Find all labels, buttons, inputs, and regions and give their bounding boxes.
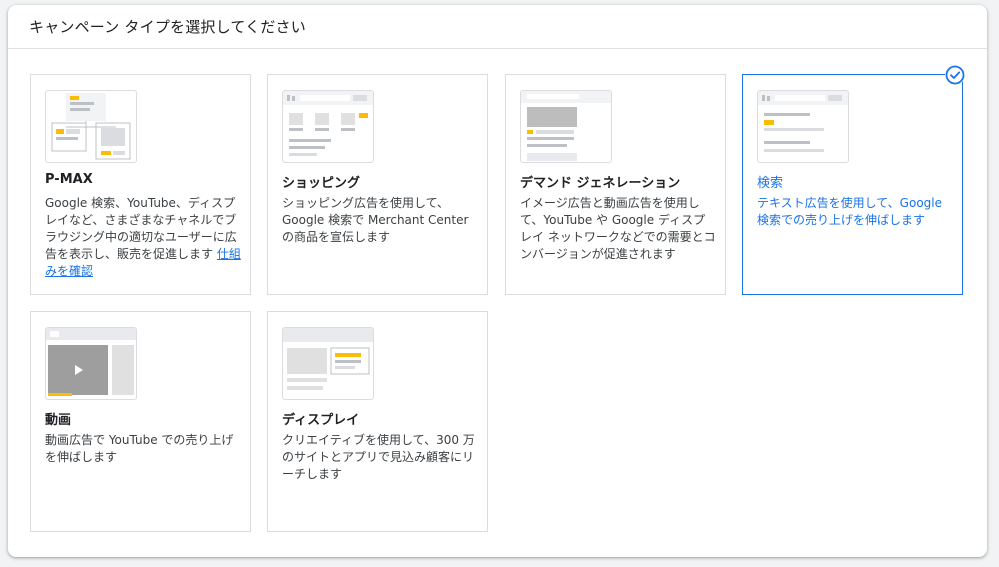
card-title: 検索	[757, 176, 784, 191]
campaign-card-demand-gen[interactable]: デマンド ジェネレーション イメージ広告と動画広告を使用して、YouTube や…	[505, 74, 726, 295]
search-illustration	[757, 90, 849, 163]
card-title: P-MAX	[45, 172, 93, 187]
panel-header: キャンペーン タイプを選択してください	[8, 5, 987, 49]
card-title: ショッピング	[282, 176, 361, 191]
display-illustration	[282, 327, 374, 400]
card-title: デマンド ジェネレーション	[520, 176, 681, 191]
campaign-card-display[interactable]: ディスプレイ クリエイティブを使用して、300 万のサイトとアプリで見込み顧客に…	[267, 311, 488, 532]
video-illustration	[45, 327, 137, 400]
card-title: ディスプレイ	[282, 413, 360, 428]
demand-gen-illustration	[520, 90, 612, 163]
card-description: 動画広告で YouTube での売り上げを伸ばします	[45, 433, 234, 464]
card-title: 動画	[45, 413, 72, 428]
card-description: イメージ広告と動画広告を使用して、YouTube や Google ディスプレイ…	[520, 196, 716, 261]
shopping-illustration	[282, 90, 374, 163]
card-description: テキスト広告を使用して、Google 検索での売り上げを伸ばします	[757, 196, 942, 227]
pmax-illustration	[45, 90, 137, 163]
campaign-card-shopping[interactable]: ショッピング ショッピング広告を使用して、Google 検索で Merchant…	[267, 74, 488, 295]
campaign-card-video[interactable]: 動画 動画広告で YouTube での売り上げを伸ばします	[30, 311, 251, 532]
card-description: ショッピング広告を使用して、Google 検索で Merchant Center…	[282, 196, 469, 244]
campaign-card-search[interactable]: 検索 テキスト広告を使用して、Google 検索での売り上げを伸ばします	[742, 74, 963, 295]
check-circle-icon	[945, 65, 965, 85]
page-title: キャンペーン タイプを選択してください	[29, 18, 306, 36]
card-description: Google 検索、YouTube、ディスプレイなど、さまざまなチャネルでブラウ…	[45, 195, 241, 280]
card-description: クリエイティブを使用して、300 万のサイトとアプリで見込み顧客にリーチします	[282, 433, 475, 481]
card-description-text: Google 検索、YouTube、ディスプレイなど、さまざまなチャネルでブラウ…	[45, 196, 237, 261]
campaign-card-pmax[interactable]: P-MAX Google 検索、YouTube、ディスプレイなど、さまざまなチャ…	[30, 74, 251, 295]
